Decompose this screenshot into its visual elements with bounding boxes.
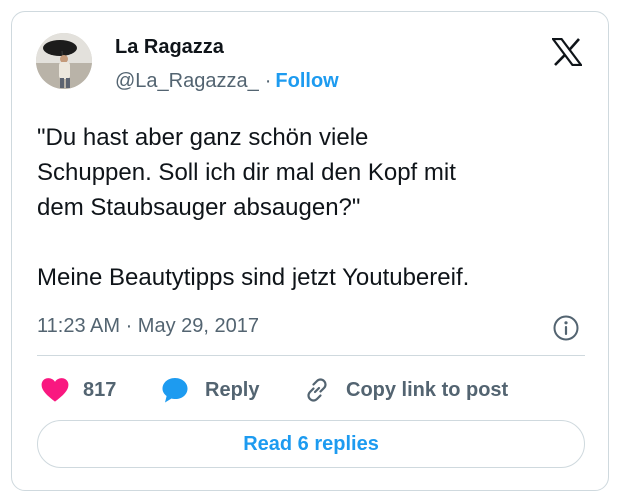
- divider: [37, 355, 585, 356]
- follow-button[interactable]: Follow: [275, 70, 338, 92]
- copy-link-label: Copy link to post: [346, 378, 509, 401]
- copy-link-button[interactable]: Copy link to post: [302, 372, 508, 408]
- tweet-card: La Ragazza @La_Ragazza_ · Follow "Du hast …: [11, 11, 609, 491]
- read-replies-button[interactable]: Read 6 replies: [37, 420, 585, 468]
- link-icon: [307, 378, 327, 402]
- info-icon[interactable]: [552, 314, 580, 342]
- handle-row: @La_Ragazza_ · Follow: [115, 70, 339, 93]
- heart-icon: [41, 378, 69, 402]
- tweet-line-5: Meine Beautytipps sind jetzt Youtubereif…: [37, 264, 470, 291]
- tweet-line-3: dem Staubsauger absaugen?": [37, 194, 361, 221]
- speech-bubble-icon: [162, 378, 188, 403]
- author-name[interactable]: La Ragazza: [115, 36, 224, 59]
- tweet-timestamp[interactable]: 11:23 AM · May 29, 2017: [37, 315, 259, 338]
- reply-label: Reply: [205, 378, 260, 401]
- tweet-text: "Du hast aber ganz schön viele Schuppen.…: [37, 120, 597, 295]
- avatar[interactable]: [36, 33, 92, 89]
- tweet-line-2: Schuppen. Soll ich dir mal den Kopf mit: [37, 159, 456, 186]
- like-button[interactable]: 817: [41, 372, 116, 408]
- x-logo-icon[interactable]: [550, 37, 584, 67]
- author-handle[interactable]: @La_Ragazza_: [115, 70, 259, 92]
- tweet-line-blank: [37, 225, 597, 260]
- tweet-line-1: "Du hast aber ganz schön viele: [37, 124, 369, 151]
- like-count: 817: [83, 378, 117, 401]
- separator: ·: [264, 70, 272, 92]
- reply-button[interactable]: Reply: [161, 372, 259, 408]
